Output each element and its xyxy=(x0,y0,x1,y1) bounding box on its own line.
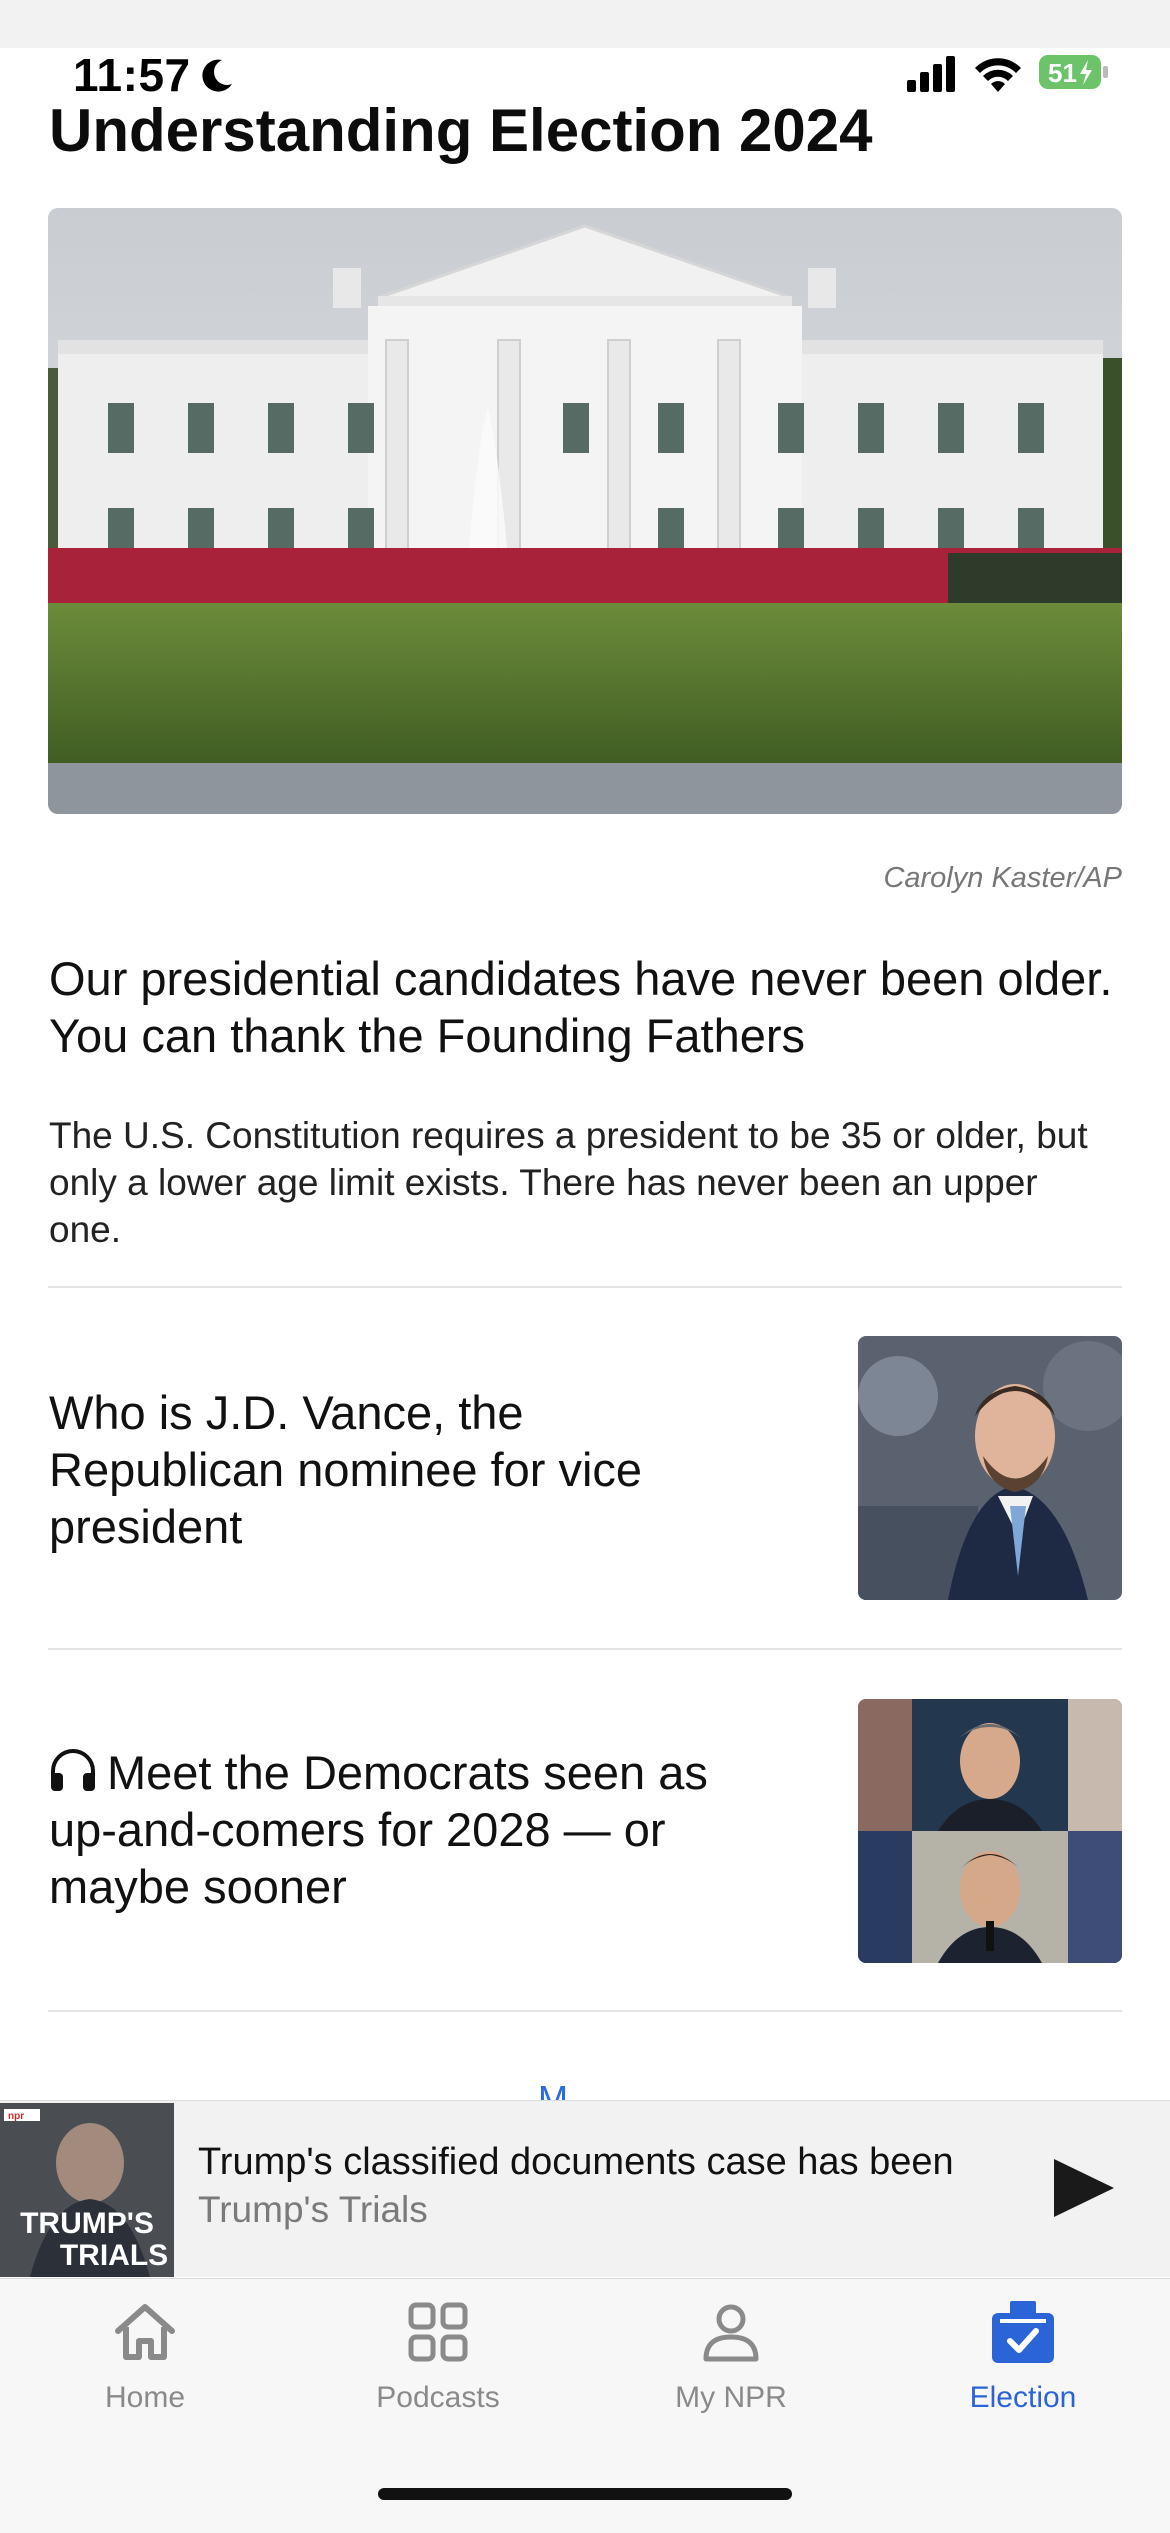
tab-home-label: Home xyxy=(104,2381,186,2414)
story-thumbnail-democrats[interactable] xyxy=(858,1699,1122,1963)
portrait-illustration xyxy=(858,1336,1122,1600)
person-icon xyxy=(703,2304,759,2362)
grid-icon xyxy=(408,2302,468,2362)
now-playing-title: Trump's classified documents case has be… xyxy=(198,2141,954,2183)
divider xyxy=(48,1648,1122,1650)
tab-home[interactable]: Home xyxy=(25,2297,265,2415)
photo-credit: Carolyn Kaster/AP xyxy=(883,862,1122,894)
white-house-illustration xyxy=(48,208,1122,814)
tab-podcasts-label: Podcasts xyxy=(376,2381,500,2414)
headphones-icon xyxy=(51,1749,95,1791)
wifi-icon xyxy=(975,58,1021,92)
top-strip xyxy=(0,0,1170,48)
page-title: Understanding Election 2024 xyxy=(49,97,873,164)
hero-image-white-house[interactable] xyxy=(48,208,1122,814)
lead-story-summary[interactable]: The U.S. Constitution requires a preside… xyxy=(49,1112,1109,1253)
status-time: 11:57 xyxy=(73,49,191,101)
story-title-vance[interactable]: Who is J.D. Vance, the Republican nomine… xyxy=(49,1384,749,1555)
collage-illustration xyxy=(858,1699,1122,1963)
divider xyxy=(48,1286,1122,1288)
story-thumbnail-vance[interactable] xyxy=(858,1336,1122,1600)
tab-podcasts[interactable]: Podcasts xyxy=(318,2297,558,2415)
divider xyxy=(48,2010,1122,2012)
now-playing-bar[interactable]: npr TRUMP'S TRIALS Trump's classified do… xyxy=(0,2100,1170,2277)
story-title-democrats[interactable]: Meet the Democrats seen as up-and-comers… xyxy=(49,1744,749,1915)
tab-election-label: Election xyxy=(969,2381,1077,2414)
now-playing-show: Trump's Trials xyxy=(198,2189,428,2230)
home-icon xyxy=(115,2304,175,2360)
podcast-cover-art: npr TRUMP'S TRIALS xyxy=(0,2103,174,2277)
ballot-box-icon xyxy=(992,2301,1054,2363)
moon-icon xyxy=(202,59,232,92)
battery-level: 51 xyxy=(1048,58,1077,88)
cover-text-line2: TRIALS xyxy=(60,2239,168,2272)
npr-logo-text: npr xyxy=(8,2111,24,2122)
home-indicator xyxy=(378,2488,792,2500)
cellular-signal-icon xyxy=(907,56,955,92)
tab-my-npr[interactable]: My NPR xyxy=(611,2297,851,2415)
play-icon[interactable] xyxy=(1050,2157,1116,2219)
tab-election[interactable]: Election xyxy=(903,2297,1143,2415)
cover-text-line1: TRUMP'S xyxy=(20,2207,154,2240)
battery-icon: 51 xyxy=(1039,55,1108,89)
story-title-democrats-text: Meet the Democrats seen as up-and-comers… xyxy=(49,1746,708,1913)
lead-story-headline[interactable]: Our presidential candidates have never b… xyxy=(49,950,1129,1064)
now-playing-artwork: npr TRUMP'S TRIALS xyxy=(0,2103,174,2277)
tab-my-npr-label: My NPR xyxy=(675,2381,787,2414)
